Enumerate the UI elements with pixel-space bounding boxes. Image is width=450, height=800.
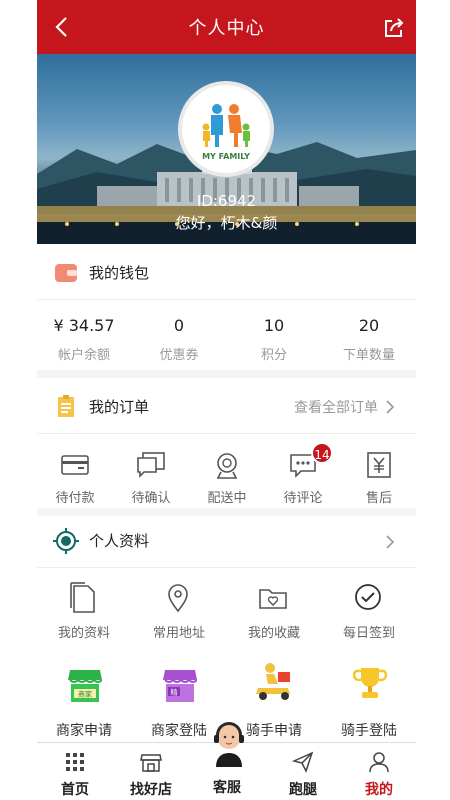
view-all-orders-link[interactable]: 查看全部订单 — [294, 397, 378, 417]
user-greeting: 您好，朽木&颜 — [175, 214, 278, 232]
order-status-row: 待付款 待确认 配送中 14 待评论 售后 — [37, 436, 416, 516]
order-status-label: 待付款 — [55, 491, 95, 506]
tab-label: 我的 — [365, 782, 393, 798]
profile-banner: MY FAMILY ID:6942 您好，朽木&颜 — [37, 54, 416, 244]
chevron-right-icon — [386, 535, 395, 549]
wallet-label: 帐户余额 — [57, 348, 110, 363]
card-icon — [61, 455, 89, 475]
grid-item-label: 骑手登陆 — [341, 723, 397, 739]
wallet-value: 20 — [358, 316, 380, 335]
wallet-item-orders-count[interactable]: 20 下单数量 — [322, 300, 416, 370]
order-status-delivering[interactable]: 配送中 — [189, 436, 265, 508]
store-icon — [140, 754, 162, 772]
wallet-summary: ¥ 34.57 帐户余额 0 优惠券 10 积分 20 下单数量 — [37, 300, 416, 378]
shop-purple-icon: 精 — [163, 670, 197, 702]
grid-item-label: 我的资料 — [57, 626, 110, 641]
order-status-label: 售后 — [365, 491, 392, 506]
grid-item-label: 每日签到 — [342, 626, 395, 641]
wallet-label: 下单数量 — [342, 348, 395, 363]
order-status-label: 配送中 — [207, 491, 247, 506]
wallet-item-coupons[interactable]: 0 优惠券 — [132, 300, 226, 370]
order-status-pending-review[interactable]: 14 待评论 — [265, 436, 341, 508]
personal-info-grid: 我的资料 常用地址 我的收藏 每日签到 — [37, 568, 416, 648]
grid-item-label: 常用地址 — [152, 626, 205, 641]
grid-item-label: 我的收藏 — [247, 626, 300, 641]
customer-service-avatar-icon[interactable] — [210, 721, 248, 767]
target-icon — [53, 528, 79, 554]
location-icon — [168, 584, 188, 613]
page: 个人中心 MY FAMILY ID:6942 您好，朽木&颜 我的钱包 ¥ 34… — [0, 0, 450, 800]
top-bar: 个人中心 — [37, 0, 416, 54]
order-status-pending-payment[interactable]: 待付款 — [37, 436, 113, 508]
order-status-after-sales[interactable]: 售后 — [341, 436, 417, 508]
svg-text:商家: 商家 — [78, 690, 92, 699]
orders-header[interactable]: 我的订单 查看全部订单 — [37, 380, 416, 434]
wallet-label: 积分 — [260, 348, 287, 363]
review-count-badge: 14 — [311, 442, 333, 464]
wallet-value: ¥ 34.57 — [53, 316, 115, 335]
wallet-value: 0 — [173, 316, 185, 335]
order-status-label: 待确认 — [131, 491, 171, 506]
wallet-item-points[interactable]: 10 积分 — [227, 300, 321, 370]
user-icon — [369, 752, 389, 773]
grid-item-label: 商家申请 — [56, 723, 112, 739]
wallet-item-balance[interactable]: ¥ 34.57 帐户余额 — [37, 300, 131, 370]
trophy-icon — [353, 668, 387, 698]
wallet-label: 优惠券 — [159, 348, 199, 363]
document-icon — [70, 582, 95, 613]
tab-label: 找好店 — [130, 782, 172, 798]
tab-label: 客服 — [213, 780, 241, 796]
wallet-title: 我的钱包 — [89, 264, 150, 282]
user-id: ID:6942 — [196, 192, 257, 210]
yen-receipt-icon — [367, 452, 391, 478]
page-title: 个人中心 — [188, 18, 265, 39]
order-status-label: 待评论 — [283, 491, 323, 506]
favorite-folder-icon — [259, 589, 287, 609]
app-screen: 个人中心 MY FAMILY ID:6942 您好，朽木&颜 我的钱包 ¥ 34… — [37, 0, 416, 800]
delivery-icon — [216, 453, 238, 479]
bottom-tab-bar: 首页 找好店 客服 跑腿 我的 — [37, 722, 417, 800]
chevron-right-icon — [386, 400, 395, 414]
order-status-pending-confirm[interactable]: 待确认 — [113, 436, 189, 508]
wallet-icon — [55, 264, 77, 282]
scooter-rider-icon — [256, 663, 290, 700]
personal-info-header[interactable]: 个人资料 — [37, 516, 416, 568]
check-circle-icon — [355, 584, 381, 610]
avatar[interactable]: MY FAMILY — [178, 81, 274, 177]
paper-plane-icon — [292, 751, 314, 773]
tab-label: 跑腿 — [289, 782, 317, 798]
tab-errand[interactable]: 跑腿 — [265, 743, 341, 800]
chat-cards-icon — [137, 452, 165, 478]
wallet-value: 10 — [263, 316, 285, 335]
tab-find-store[interactable]: 找好店 — [113, 743, 189, 800]
grid-icon — [66, 753, 84, 771]
order-list-icon — [58, 395, 74, 417]
my-family-logo: MY FAMILY — [202, 104, 250, 161]
shop-green-icon: 商家 — [68, 670, 102, 702]
svg-text:精: 精 — [171, 688, 178, 697]
orders-title: 我的订单 — [89, 398, 150, 416]
tab-home[interactable]: 首页 — [37, 743, 113, 800]
tab-label: 首页 — [61, 782, 89, 798]
tab-mine[interactable]: 我的 — [341, 743, 417, 800]
svg-text:MY FAMILY: MY FAMILY — [202, 152, 250, 161]
personal-info-title: 个人资料 — [89, 532, 150, 550]
share-icon[interactable] — [382, 16, 406, 40]
wallet-header[interactable]: 我的钱包 — [37, 244, 416, 300]
